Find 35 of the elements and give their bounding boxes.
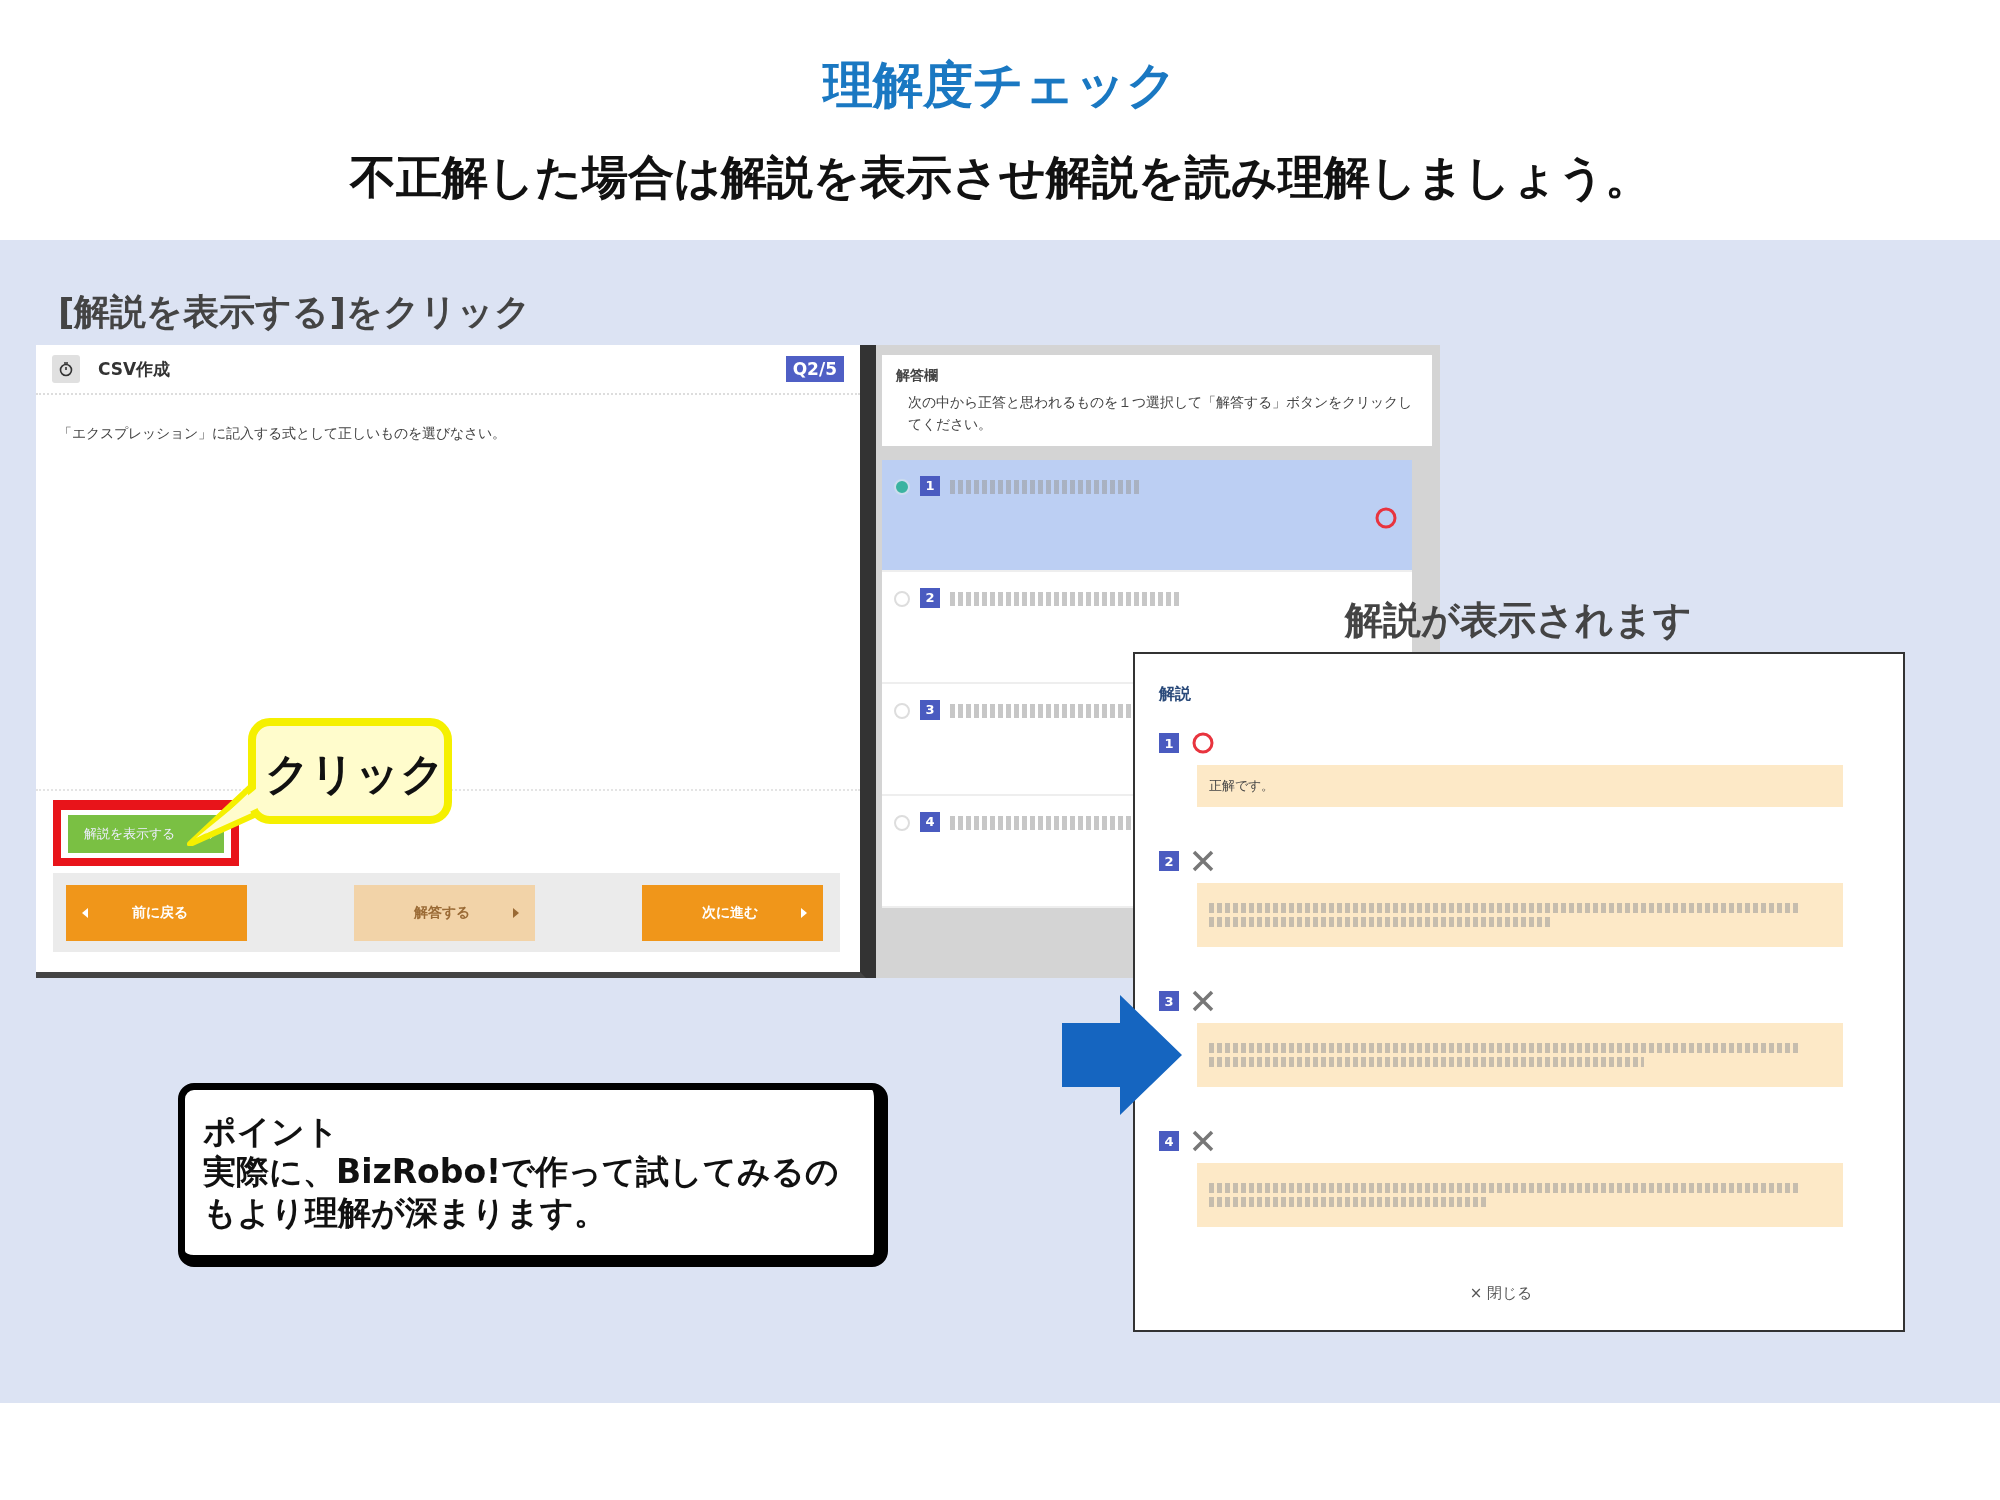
question-text: 「エクスプレッション」に記入する式として正しいものを選びなさい。 bbox=[58, 425, 507, 443]
show-explanation-button[interactable]: 解説を表示する bbox=[68, 815, 224, 853]
radio-button[interactable] bbox=[894, 814, 910, 831]
panel-heading: 解答欄 bbox=[896, 367, 939, 385]
option-number: 3 bbox=[920, 699, 940, 720]
radio-button[interactable] bbox=[894, 478, 910, 495]
option-number: 2 bbox=[920, 587, 940, 608]
nav-button[interactable]: 前に戻る bbox=[66, 884, 247, 941]
caret-icon bbox=[513, 907, 519, 918]
option-number: 2 bbox=[1159, 851, 1179, 871]
question-counter: Q2/5 bbox=[785, 356, 844, 382]
caret-icon bbox=[82, 907, 88, 918]
quiz-title: CSV作成 bbox=[98, 357, 172, 381]
radio-button[interactable] bbox=[894, 702, 910, 719]
option-number: 3 bbox=[1159, 991, 1179, 1011]
panel-instructions: 次の中から正答と思われるものを１つ選択して「解答する」ボタンをクリックしてください。 bbox=[908, 393, 1412, 435]
timer-icon bbox=[52, 355, 80, 383]
instruction-label: [解説を表示する]をクリック bbox=[58, 290, 531, 334]
popup-caption: 解説が表示されます bbox=[1345, 597, 1692, 644]
option-number: 1 bbox=[920, 475, 940, 496]
arrow-icon bbox=[1062, 995, 1182, 1115]
point-text: 実際に、BizRobo!で作って試してみるのもより理解が深まります。 bbox=[203, 1152, 841, 1233]
callout-text: クリック bbox=[265, 747, 445, 801]
option-number: 4 bbox=[1159, 1131, 1179, 1151]
option-number: 1 bbox=[1159, 733, 1179, 753]
page-subtitle: 不正解した場合は解説を表示させ解説を読み理解しましょう。 bbox=[349, 149, 1651, 206]
caret-icon bbox=[801, 907, 807, 918]
nav-button[interactable]: 次に進む bbox=[642, 884, 823, 941]
popup-heading: 解説 bbox=[1159, 684, 1192, 705]
explanation-text: 正解です。 bbox=[1197, 765, 1843, 807]
close-link[interactable]: × 閉じる bbox=[1463, 1283, 1539, 1304]
point-title: ポイント bbox=[203, 1112, 340, 1153]
option-number: 4 bbox=[920, 811, 940, 832]
page-title: 理解度チェック bbox=[823, 55, 1177, 116]
radio-button[interactable] bbox=[894, 590, 910, 607]
